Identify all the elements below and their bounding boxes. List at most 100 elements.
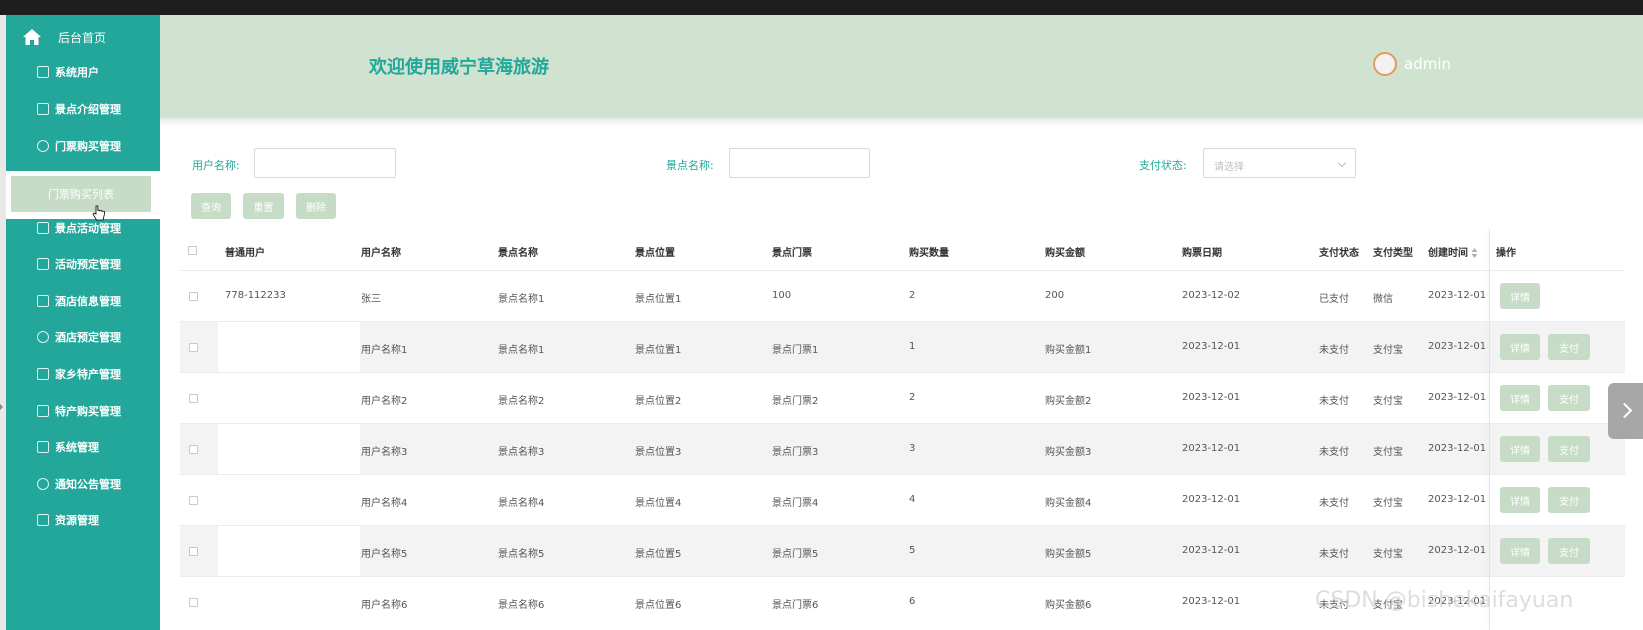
cell-paytype: 支付宝: [1373, 447, 1403, 458]
empty-user-cell: [218, 424, 360, 474]
cell-spot: 景点名称1: [498, 345, 545, 356]
sidebar-item-home[interactable]: 后台首页: [6, 23, 160, 51]
cell-qty: 2: [909, 290, 916, 301]
table-row: 用户名称1 景点名称1 景点位置1 景点门票1 1 购买金额1 2023-12-…: [180, 322, 1625, 373]
spot-name-input[interactable]: [729, 148, 870, 178]
sidebar-item-resource[interactable]: 资源管理: [6, 503, 160, 537]
detail-button[interactable]: 详情: [1500, 487, 1540, 513]
cell-date: 2023-12-01: [1182, 545, 1241, 556]
cell-date: 2023-12-01: [1182, 392, 1241, 403]
row-checkbox[interactable]: [189, 547, 198, 556]
detail-button[interactable]: 详情: [1500, 538, 1540, 564]
cell-qty: 4: [909, 494, 916, 505]
cell-location: 景点位置5: [635, 549, 682, 560]
row-checkbox[interactable]: [189, 394, 198, 403]
card-icon: [37, 103, 49, 115]
cell-paytype: 支付宝: [1373, 345, 1403, 356]
sidebar-item-system-users[interactable]: 系统用户: [6, 55, 160, 89]
cell-spot: 景点名称2: [498, 396, 545, 407]
col-header-ticket: 景点门票: [772, 248, 812, 259]
sidebar-item-label: 资源管理: [55, 514, 99, 527]
detail-button[interactable]: 详情: [1500, 283, 1540, 309]
cloud-icon: [37, 331, 49, 343]
col-header-actions: 操作: [1496, 248, 1516, 259]
cell-date: 2023-12-01: [1182, 341, 1241, 352]
header-shadow: [160, 118, 1643, 126]
collapse-arrow-icon[interactable]: [0, 404, 3, 410]
cell-spot: 景点名称6: [498, 600, 545, 611]
sidebar-item-notice[interactable]: 通知公告管理: [6, 467, 160, 501]
cell-qty: 3: [909, 443, 916, 454]
cell-amount: 购买金额2: [1045, 396, 1092, 407]
col-header-created-label: 创建时间: [1428, 248, 1468, 259]
cell-status: 未支付: [1319, 396, 1349, 407]
select-placeholder: 请选择: [1214, 162, 1244, 173]
sidebar-item-system-management[interactable]: 系统管理: [6, 430, 160, 464]
reset-button[interactable]: 重置: [243, 193, 284, 219]
row-checkbox[interactable]: [189, 496, 198, 505]
sidebar-item-activity-booking[interactable]: 活动预定管理: [6, 247, 160, 281]
cell-name: 用户名称4: [361, 498, 408, 509]
user-doc-icon: [37, 405, 49, 417]
sidebar-item-spot-intro[interactable]: 景点介绍管理: [6, 92, 160, 126]
sidebar-subitem-ticket-list[interactable]: 门票购买列表: [11, 176, 151, 212]
sidebar-item-ticket-purchase[interactable]: 门票购买管理: [6, 129, 160, 163]
col-header-name: 用户名称: [361, 248, 401, 259]
chevron-right-icon: [1616, 402, 1633, 419]
row-checkbox[interactable]: [189, 598, 198, 607]
detail-button[interactable]: 详情: [1500, 385, 1540, 411]
sidebar-home-label: 后台首页: [58, 30, 107, 45]
sidebar-item-hotel-info[interactable]: 酒店信息管理: [6, 284, 160, 318]
next-page-button[interactable]: [1608, 383, 1643, 439]
cell-date: 2023-12-01: [1182, 596, 1241, 607]
select-all-checkbox[interactable]: [188, 246, 197, 255]
row-checkbox[interactable]: [189, 292, 198, 301]
cell-location: 景点位置2: [635, 396, 682, 407]
col-header-spot: 景点名称: [498, 248, 538, 259]
user-name-filter-label: 用户名称:: [192, 159, 240, 172]
pay-button[interactable]: 支付: [1548, 436, 1590, 462]
pay-button[interactable]: 支付: [1548, 385, 1590, 411]
spot-name-filter-label: 景点名称:: [666, 159, 714, 172]
cell-spot: 景点名称1: [498, 294, 545, 305]
table-row: 用户名称4 景点名称4 景点位置4 景点门票4 4 购买金额4 2023-12-…: [180, 475, 1625, 526]
query-button[interactable]: 查询: [191, 193, 231, 219]
sort-icon[interactable]: [1471, 248, 1478, 258]
user-name-input[interactable]: [254, 148, 396, 178]
col-header-qty: 购买数量: [909, 248, 949, 259]
row-checkbox[interactable]: [189, 445, 198, 454]
pay-status-select[interactable]: 请选择: [1203, 148, 1356, 178]
top-header: 欢迎使用威宁草海旅游 admin: [160, 15, 1643, 118]
sidebar-item-label: 酒店预定管理: [55, 331, 121, 344]
cell-amount: 购买金额1: [1045, 345, 1092, 356]
avatar[interactable]: [1373, 52, 1397, 76]
sidebar-item-label: 景点活动管理: [55, 222, 121, 235]
cell-paytype: 微信: [1373, 294, 1393, 305]
pay-status-filter-label: 支付状态:: [1139, 159, 1187, 172]
pay-button[interactable]: 支付: [1548, 334, 1590, 360]
sidebar-item-hotel-booking[interactable]: 酒店预定管理: [6, 320, 160, 354]
sidebar-item-specialty-purchase[interactable]: 特产购买管理: [6, 394, 160, 428]
detail-button[interactable]: 详情: [1500, 334, 1540, 360]
cell-ticket: 景点门票4: [772, 498, 819, 509]
delete-button[interactable]: 删除: [296, 193, 336, 219]
cloud-icon: [37, 478, 49, 490]
cell-date: 2023-12-01: [1182, 443, 1241, 454]
sidebar-item-local-specialty[interactable]: 家乡特产管理: [6, 357, 160, 391]
sidebar-item-spot-activity[interactable]: 景点活动管理: [6, 211, 160, 245]
window-top-bar: [0, 0, 1643, 15]
hand-cursor-icon: [92, 205, 105, 221]
sidebar: 后台首页 系统用户 景点介绍管理 门票购买管理 门票购买列表 景点活动管理 活动…: [6, 15, 160, 630]
col-header-created[interactable]: 创建时间: [1428, 244, 1478, 259]
pay-button[interactable]: 支付: [1548, 487, 1590, 513]
sidebar-item-label: 酒店信息管理: [55, 295, 121, 308]
cell-ticket: 景点门票5: [772, 549, 819, 560]
cell-name: 张三: [361, 294, 381, 305]
edit-icon: [37, 441, 49, 453]
sidebar-item-label: 门票购买管理: [55, 140, 121, 153]
row-checkbox[interactable]: [189, 343, 198, 352]
cell-ticket: 景点门票3: [772, 447, 819, 458]
detail-button[interactable]: 详情: [1500, 436, 1540, 462]
username-label[interactable]: admin: [1404, 55, 1451, 73]
pay-button[interactable]: 支付: [1548, 538, 1590, 564]
